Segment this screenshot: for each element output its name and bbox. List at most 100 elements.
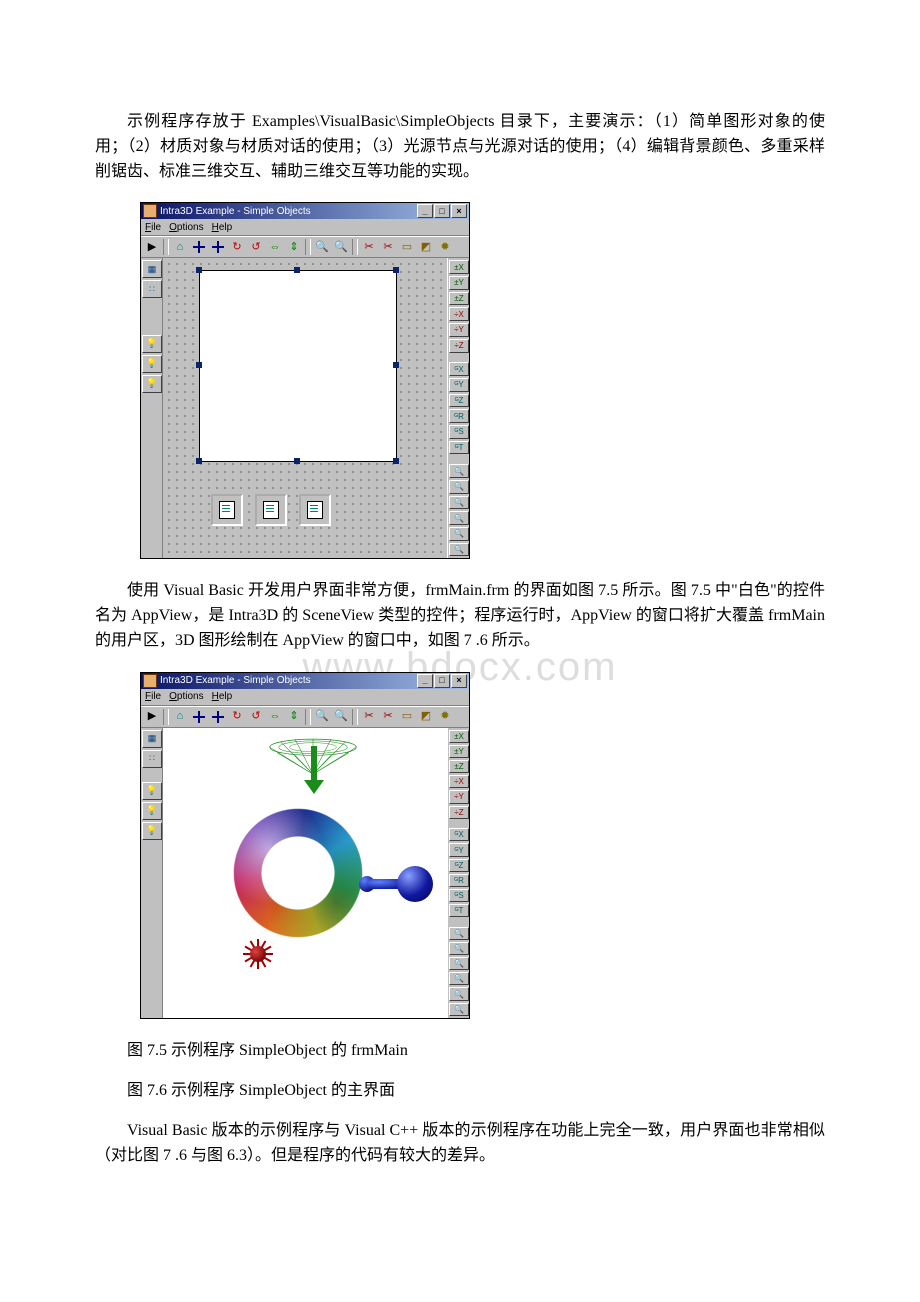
rotate2-button[interactable]: ↺	[247, 708, 265, 726]
rotate-x-button[interactable]: ÷X	[449, 775, 469, 788]
global-s-button[interactable]: ᴳS	[449, 425, 469, 439]
scale-button[interactable]: ⇔	[266, 708, 284, 726]
mag-6-button[interactable]: 🔍	[449, 543, 469, 557]
menu-options[interactable]: Options	[169, 222, 203, 233]
cut-button[interactable]: ✂	[360, 708, 378, 726]
global-r-button[interactable]: ᴳR	[449, 874, 469, 887]
rotate-z-button[interactable]: ÷Z	[449, 339, 469, 353]
translate-z-button[interactable]: ±Z	[449, 292, 469, 306]
move2-button[interactable]	[209, 708, 227, 726]
close-button[interactable]: ×	[451, 204, 467, 218]
reset-view-button[interactable]: ⌂	[171, 708, 189, 726]
mag-1-button[interactable]: 🔍	[449, 464, 469, 478]
dialog-control-3[interactable]	[299, 494, 331, 526]
mag-4-button[interactable]: 🔍	[449, 972, 469, 985]
mag-3-button[interactable]: 🔍	[449, 957, 469, 970]
mag-5-button[interactable]: 🔍	[449, 527, 469, 541]
global-t-button[interactable]: ᴳT	[449, 441, 469, 455]
box-button[interactable]: ▭	[398, 238, 416, 256]
menu-file[interactable]: File	[145, 691, 161, 702]
light2-button[interactable]: 💡	[142, 802, 162, 820]
minimize-button[interactable]: _	[417, 204, 433, 218]
rotate-y-button[interactable]: ÷Y	[449, 323, 469, 337]
global-y-button[interactable]: ᴳY	[449, 378, 469, 392]
light2-button[interactable]: 💡	[142, 355, 162, 373]
move-icon	[212, 241, 224, 253]
dialog-control-2[interactable]	[255, 494, 287, 526]
window-buttons: _ □ ×	[417, 674, 467, 688]
cube-button[interactable]: ◩	[417, 238, 435, 256]
menu-options[interactable]: Options	[169, 691, 203, 702]
global-r-button[interactable]: ᴳR	[449, 409, 469, 423]
rotate-button[interactable]: ↻	[228, 238, 246, 256]
global-s-button[interactable]: ᴳS	[449, 889, 469, 902]
zoom-in-button[interactable]: 🔍	[313, 238, 331, 256]
appview-control[interactable]	[199, 270, 397, 462]
play-button[interactable]: ▶	[143, 238, 161, 256]
scale2-button[interactable]: ⇕	[285, 708, 303, 726]
gear-button[interactable]: ✹	[436, 238, 454, 256]
global-x-button[interactable]: ᴳX	[449, 828, 469, 841]
cut2-button[interactable]: ✂	[379, 238, 397, 256]
mag-4-button[interactable]: 🔍	[449, 511, 469, 525]
rotate-y-button[interactable]: ÷Y	[449, 790, 469, 803]
dots-toggle-button[interactable]: ∷	[142, 280, 162, 298]
translate-y-button[interactable]: ±Y	[449, 276, 469, 290]
mag-1-button[interactable]: 🔍	[449, 927, 469, 940]
dialog-icon	[263, 501, 279, 519]
scale-button[interactable]: ⇔	[266, 238, 284, 256]
light3-button[interactable]: 💡	[142, 375, 162, 393]
dots-toggle-button[interactable]: ∷	[142, 750, 162, 768]
translate-z-button[interactable]: ±Z	[449, 760, 469, 773]
close-button[interactable]: ×	[451, 674, 467, 688]
maximize-button[interactable]: □	[434, 674, 450, 688]
translate-x-button[interactable]: ±X	[449, 260, 469, 274]
move2-button[interactable]	[209, 238, 227, 256]
mag-5-button[interactable]: 🔍	[449, 987, 469, 1000]
mag-2-button[interactable]: 🔍	[449, 942, 469, 955]
menu-file[interactable]: File	[145, 222, 161, 233]
translate-x-button[interactable]: ±X	[449, 730, 469, 743]
move-button[interactable]	[190, 708, 208, 726]
global-t-button[interactable]: ᴳT	[449, 904, 469, 917]
cube-button[interactable]: ◩	[417, 708, 435, 726]
zoom-in-button[interactable]: 🔍	[313, 708, 331, 726]
menu-help[interactable]: Help	[212, 691, 233, 702]
move-button[interactable]	[190, 238, 208, 256]
box-button[interactable]: ▭	[398, 708, 416, 726]
maximize-button[interactable]: □	[434, 204, 450, 218]
light3-button[interactable]: 💡	[142, 822, 162, 840]
gear-button[interactable]: ✹	[436, 708, 454, 726]
translate-y-button[interactable]: ±Y	[449, 745, 469, 758]
form-designer-surface[interactable]	[163, 258, 447, 558]
menu-help[interactable]: Help	[212, 222, 233, 233]
mag-3-button[interactable]: 🔍	[449, 496, 469, 510]
rotate-z-button[interactable]: ÷Z	[449, 806, 469, 819]
paragraph-2: 使用 Visual Basic 开发用户界面非常方便，frmMain.frm 的…	[95, 579, 825, 653]
3d-viewport[interactable]	[163, 728, 447, 1018]
menubar: File Options Help	[141, 689, 469, 706]
scale2-button[interactable]: ⇕	[285, 238, 303, 256]
rotate2-button[interactable]: ↺	[247, 238, 265, 256]
cut-button[interactable]: ✂	[360, 238, 378, 256]
zoom-out-button[interactable]: 🔍	[332, 708, 350, 726]
dialog-control-1[interactable]	[211, 494, 243, 526]
mag-6-button[interactable]: 🔍	[449, 1003, 469, 1016]
grid-toggle-button[interactable]: ▦	[142, 730, 162, 748]
window-title: Intra3D Example - Simple Objects	[160, 675, 417, 686]
zoom-out-button[interactable]: 🔍	[332, 238, 350, 256]
global-z-button[interactable]: ᴳZ	[449, 859, 469, 872]
play-button[interactable]: ▶	[143, 708, 161, 726]
global-x-button[interactable]: ᴳX	[449, 362, 469, 376]
grid-toggle-button[interactable]: ▦	[142, 260, 162, 278]
minimize-button[interactable]: _	[417, 674, 433, 688]
cut2-button[interactable]: ✂	[379, 708, 397, 726]
rotate-x-button[interactable]: ÷X	[449, 307, 469, 321]
reset-view-button[interactable]: ⌂	[171, 238, 189, 256]
light1-button[interactable]: 💡	[142, 335, 162, 353]
light1-button[interactable]: 💡	[142, 782, 162, 800]
mag-2-button[interactable]: 🔍	[449, 480, 469, 494]
global-z-button[interactable]: ᴳZ	[449, 394, 469, 408]
rotate-button[interactable]: ↻	[228, 708, 246, 726]
global-y-button[interactable]: ᴳY	[449, 843, 469, 856]
